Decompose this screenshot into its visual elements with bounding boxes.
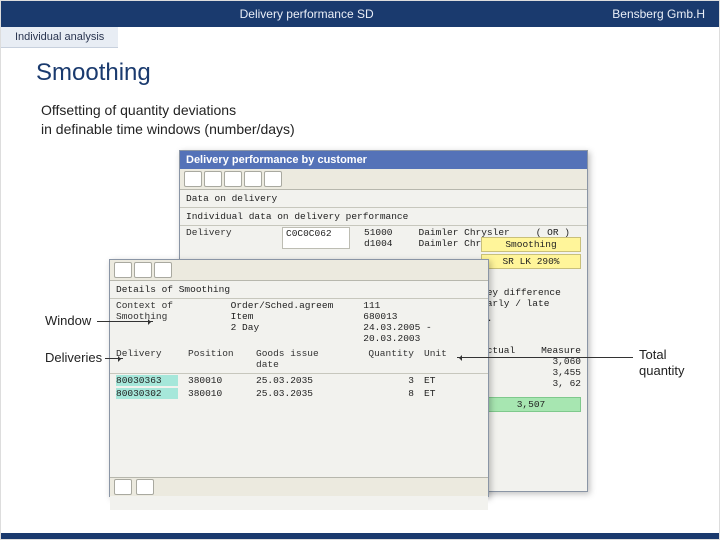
callout-window: Window [45,313,91,328]
arrow-from-total [457,357,633,358]
callout-total: Total quantity [639,347,685,378]
table-row: 80030363 380010 25.03.2035 3 ET [110,374,488,387]
status-icon[interactable] [114,479,132,495]
label: Delivery [186,227,276,249]
value: 2 [481,324,581,335]
front-statusbar [110,477,488,496]
total-badge: 3,507 [481,397,581,412]
toolbar-button-icon[interactable] [184,171,202,187]
page-title: Smoothing [36,59,151,87]
cell-unit: ET [424,375,454,386]
arrow-to-window [97,321,153,322]
slide-footer-bar [1,533,719,539]
back-right-summary: Smoothing SR LK 290% Key difference earl… [481,237,581,412]
cell-position: 380010 [188,388,246,399]
callout-total-line1: Total [639,347,685,363]
cell-unit: ET [424,388,454,399]
header-brand: Bensberg Gmb.H [612,7,719,21]
value: 24.03.2005 - 20.03.2003 [363,322,482,344]
page-subtitle: Offsetting of quantity deviations in def… [41,101,295,139]
value: 51000 [364,227,393,238]
col-goods-issue-date: Goods issue date [256,348,344,370]
toolbar-button-icon[interactable] [244,171,262,187]
screenshot-front-window: Details of Smoothing Context of Smoothin… [109,259,489,497]
label: 2 Day [231,322,334,333]
toolbar-button-icon[interactable] [134,262,152,278]
label: Context of Smoothing [116,300,225,344]
subtitle-line-2: in definable time windows (number/days) [41,120,295,139]
cell-position: 380010 [188,375,246,386]
toolbar-button-icon[interactable] [204,171,222,187]
toolbar-button-icon[interactable] [114,262,132,278]
value: 111 [363,300,482,311]
smoothing-badge: Smoothing [481,237,581,252]
breadcrumb-tab: Individual analysis [1,27,118,48]
col-delivery: Delivery [116,348,178,370]
table-row: 80030302 380010 25.03.2035 8 ET [110,387,488,400]
col-position: Position [188,348,246,370]
cell-delivery: 80030302 [116,388,178,399]
callout-deliveries: Deliveries [45,350,102,365]
context-row: Context of Smoothing Order/Sched.agreem … [110,299,488,345]
label: early / late [481,298,581,309]
delivery-number: C0C0C062 [282,227,350,249]
arrow-to-deliveries [105,358,123,359]
back-section-1: Data on delivery [180,190,587,208]
cell-qty: 8 [354,388,414,399]
toolbar-button-icon[interactable] [264,171,282,187]
value: 3,455 [552,367,581,378]
col-header: Measure [541,345,581,356]
subtitle-line-1: Offsetting of quantity deviations [41,101,295,120]
header-title: Delivery performance SD [1,7,612,21]
cell-date: 25.03.2035 [256,388,344,399]
toolbar-button-icon[interactable] [154,262,172,278]
col-unit: Unit [424,348,454,370]
status-icon[interactable] [136,479,154,495]
cell-date: 25.03.2035 [256,375,344,386]
label: Key difference [481,287,581,298]
value-badge: SR LK 290% [481,254,581,269]
slide-header: Delivery performance SD Bensberg Gmb.H [1,1,719,27]
value: 680013 [363,311,482,322]
cell-delivery: 80030363 [116,375,178,386]
value: 1. [481,313,581,324]
back-win-toolbar [180,169,587,190]
front-win-toolbar [110,260,488,281]
value: d1004 [364,238,393,249]
cell-qty: 3 [354,375,414,386]
label: Order/Sched.agreem [231,300,334,311]
back-section-2: Individual data on delivery performance [180,208,587,226]
callout-total-line2: quantity [639,363,685,379]
col-quantity: Quantity [354,348,414,370]
toolbar-button-icon[interactable] [224,171,242,187]
label: Item [231,311,334,322]
back-win-title: Delivery performance by customer [180,151,587,169]
table-header: Delivery Position Goods issue date Quant… [110,345,488,374]
value: 3, 62 [552,378,581,389]
front-win-title: Details of Smoothing [110,281,488,299]
